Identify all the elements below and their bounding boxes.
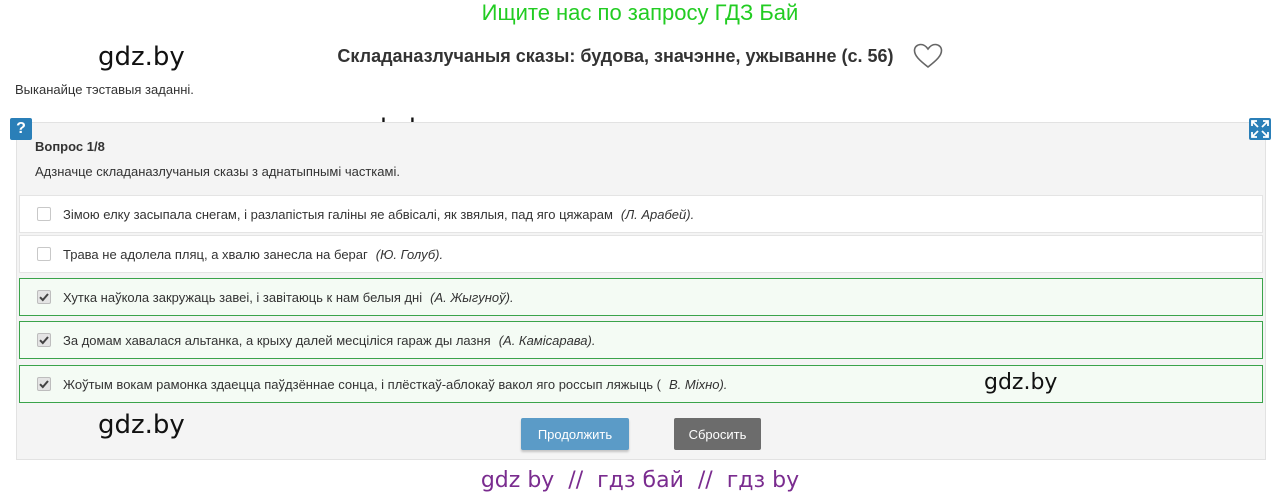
answer-checkbox[interactable] <box>37 247 51 261</box>
answer-checkbox-checked[interactable] <box>37 290 51 304</box>
question-header: Вопрос 1/8 Адзначце складаназлучаныя ска… <box>35 139 400 179</box>
watermark: gdz.by <box>984 370 1058 395</box>
reset-button[interactable]: Сбросить <box>674 418 761 450</box>
option-text: За домам хавалася альтанка, а крыху дале… <box>63 332 491 348</box>
answer-option-2[interactable]: Трава не адолела пляц, а хвалю занесла н… <box>19 235 1263 273</box>
checkmark-icon <box>39 336 49 345</box>
checkmark-icon <box>39 293 49 302</box>
instruction-text: Выканайце тэставыя заданні. <box>15 82 194 97</box>
answer-option-3[interactable]: Хутка наўкола закружаць завеі, і завітаю… <box>19 278 1263 316</box>
answer-checkbox-checked[interactable] <box>37 333 51 347</box>
option-text: Жоўтым вокам рамонка здаецца паўдзённае … <box>63 376 661 392</box>
question-icon[interactable]: ? <box>10 118 32 140</box>
answer-option-4[interactable]: За домам хавалася альтанка, а крыху дале… <box>19 321 1263 359</box>
continue-button[interactable]: Продолжить <box>521 418 629 450</box>
question-number: Вопрос 1/8 <box>35 139 105 154</box>
option-author: (Ю. Голуб). <box>375 246 444 262</box>
option-text: Хутка наўкола закружаць завеі, і завітаю… <box>63 289 423 305</box>
answer-checkbox[interactable] <box>37 207 51 221</box>
expand-icon[interactable] <box>1249 118 1271 140</box>
heart-outline-icon[interactable] <box>913 43 943 69</box>
option-author: (А. Камісарава). <box>498 332 596 348</box>
page-title-text: Складаназлучаныя сказы: будова, значэнне… <box>337 46 894 67</box>
page-title: Складаназлучаныя сказы: будова, значэнне… <box>0 42 1280 69</box>
option-text: Зімою елку засыпала снегам, і разлапісты… <box>63 206 613 222</box>
watermark: gdz.by <box>98 410 185 440</box>
checkmark-icon <box>39 380 49 389</box>
question-text: Адзначце складаназлучаныя сказы з аднаты… <box>35 164 400 179</box>
option-author: (А. Жыгуноў). <box>430 289 514 305</box>
option-text: Трава не адолела пляц, а хвалю занесла н… <box>63 246 368 262</box>
footer-links: gdz by // гдз бай // гдз by <box>480 468 800 493</box>
answer-option-1[interactable]: Зімою елку засыпала снегам, і разлапісты… <box>19 195 1263 233</box>
option-author: В. Міхно). <box>668 376 728 392</box>
option-author: (Л. Арабей). <box>620 206 695 222</box>
answer-checkbox-checked[interactable] <box>37 377 51 391</box>
promo-banner: Ищите нас по запросу ГДЗ Бай <box>481 0 799 25</box>
quiz-panel: Вопрос 1/8 Адзначце складаназлучаныя ска… <box>16 122 1266 460</box>
answer-option-5[interactable]: Жоўтым вокам рамонка здаецца паўдзённае … <box>19 365 1263 403</box>
